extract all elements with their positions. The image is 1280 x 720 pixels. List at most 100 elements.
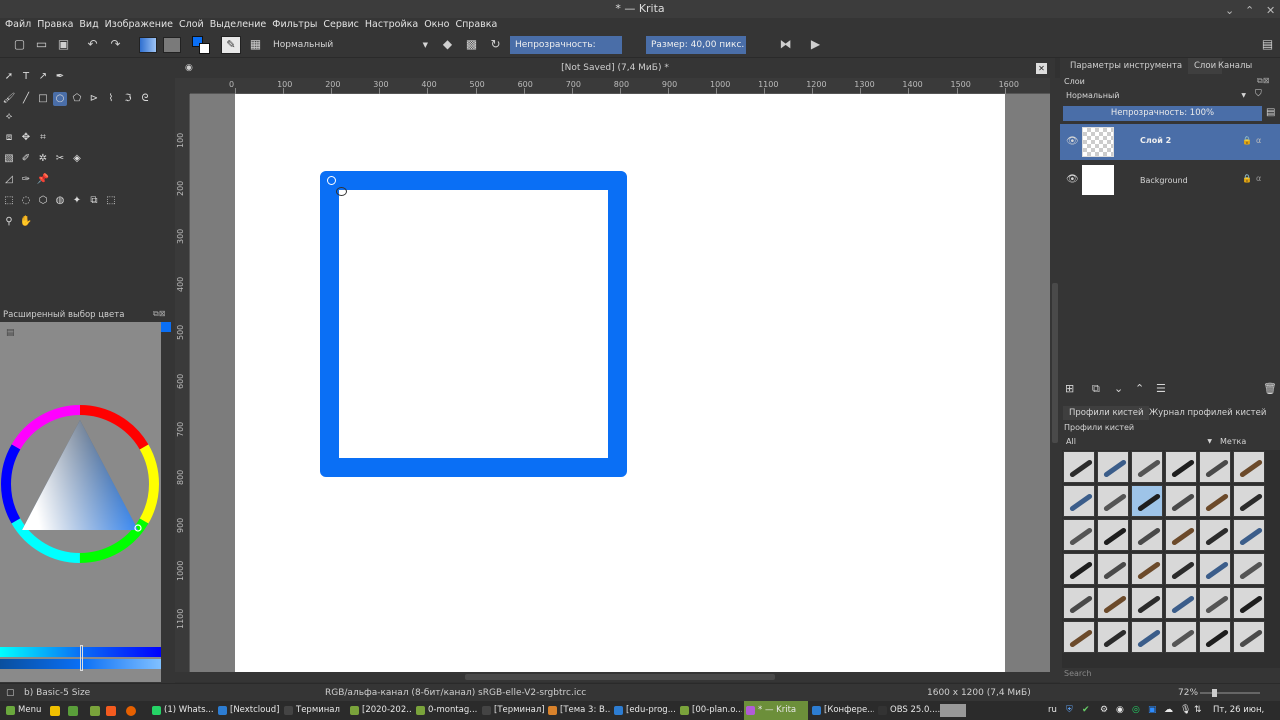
smart-patch-icon[interactable]: ✲: [36, 152, 50, 166]
layer-opacity-slider[interactable]: Непрозрачность: 100%: [1063, 106, 1262, 121]
mirror-horizontal-icon[interactable]: ⧓: [778, 37, 793, 52]
microphone-icon[interactable]: 🎙: [1180, 701, 1191, 720]
brush-preset-thumbnail[interactable]: [1233, 519, 1265, 551]
alpha-lock-icon[interactable]: α: [1256, 174, 1261, 183]
brush-preset-thumbnail[interactable]: [1199, 519, 1231, 551]
brush-preset-thumbnail[interactable]: [1131, 553, 1163, 585]
brush-preset-thumbnail[interactable]: [1233, 621, 1265, 653]
eye-icon[interactable]: 👁: [1066, 174, 1079, 185]
add-layer-icon[interactable]: ⊞: [1065, 382, 1074, 395]
task-item[interactable]: Терминал: [282, 701, 346, 720]
brush-preset-thumbnail[interactable]: [1199, 451, 1231, 483]
vertical-scroll-thumb[interactable]: [1052, 283, 1058, 443]
brush-preset-thumbnail[interactable]: [1063, 451, 1095, 483]
task-item[interactable]: [2020-202...: [348, 701, 412, 720]
zoom-slider-handle[interactable]: [1212, 689, 1217, 697]
task-item[interactable]: (1) Whats...: [150, 701, 214, 720]
polygon-tool-icon[interactable]: ⬠: [70, 92, 84, 106]
brush-preset-thumbnail[interactable]: [1233, 485, 1265, 517]
blend-mode-select[interactable]: Нормальный ▼: [268, 36, 432, 54]
menu-file[interactable]: Файл: [2, 18, 34, 32]
ellipse-tool-icon[interactable]: ○: [53, 92, 67, 106]
move-down-icon[interactable]: ⌄: [1114, 382, 1123, 395]
menu-settings[interactable]: Настройка: [362, 18, 421, 32]
clock[interactable]: Пт, 26 июн, 13:08: [1213, 701, 1280, 720]
fg-bg-color-selector[interactable]: [192, 36, 210, 54]
polygon-select-icon[interactable]: ⬡: [36, 194, 50, 208]
update-icon[interactable]: ✔: [1082, 701, 1090, 720]
duplicate-layer-icon[interactable]: ⧉: [1092, 382, 1100, 396]
brush-preset-thumbnail[interactable]: [1199, 587, 1231, 619]
workspace-switcher[interactable]: [940, 704, 966, 717]
layer-properties-icon[interactable]: ▤: [1266, 107, 1275, 118]
rectangle-tool-icon[interactable]: □: [36, 92, 50, 106]
tab-brush-history[interactable]: Журнал профилей кистей: [1149, 408, 1266, 418]
layer-blend-select[interactable]: Нормальный ▼: [1063, 89, 1249, 102]
zoom-tray-icon[interactable]: ▣: [1148, 701, 1157, 720]
multibrush-icon[interactable]: ⟡: [2, 110, 16, 124]
obs-tray-icon[interactable]: ◉: [1116, 701, 1124, 720]
freehand-select-icon[interactable]: ◍: [53, 194, 67, 208]
layer-row-selected[interactable]: 👁 Слой 2 🔒 α: [1060, 124, 1280, 160]
brush-preset-thumbnail[interactable]: [1199, 485, 1231, 517]
polyline-tool-icon[interactable]: ⊳: [87, 92, 101, 106]
tab-brush-presets[interactable]: Профили кистей: [1063, 406, 1150, 420]
layer-name[interactable]: Слой 2: [1140, 136, 1171, 145]
move-tool-icon[interactable]: ✥: [19, 131, 33, 145]
similar-select-icon[interactable]: ⧉: [87, 194, 101, 208]
move-up-icon[interactable]: ⌃: [1135, 382, 1144, 395]
calligraphy-icon[interactable]: ✒: [53, 70, 67, 84]
menu-tools[interactable]: Сервис: [320, 18, 362, 32]
task-item[interactable]: [Nextcloud]: [216, 701, 280, 720]
brush-preset-thumbnail[interactable]: [1233, 587, 1265, 619]
preserve-alpha-icon[interactable]: ▩: [464, 37, 479, 52]
brush-preset-thumbnail[interactable]: [1063, 621, 1095, 653]
horizontal-scroll-thumb[interactable]: [465, 674, 775, 680]
brush-search-input[interactable]: Search: [1064, 669, 1091, 678]
mirror-vertical-icon[interactable]: ▶: [808, 37, 823, 52]
delete-layer-icon[interactable]: 🗑: [1263, 382, 1277, 395]
canvas-viewport[interactable]: [190, 94, 1050, 672]
close-document-icon[interactable]: ✕: [1036, 63, 1047, 74]
dock-float-icon[interactable]: ⧉⊠: [153, 309, 165, 319]
new-document-icon[interactable]: ▢: [12, 37, 27, 52]
colorize-mask-icon[interactable]: ✂: [53, 152, 67, 166]
open-document-icon[interactable]: ▭: [34, 37, 49, 52]
brush-preset-thumbnail[interactable]: [1165, 621, 1197, 653]
menu-select[interactable]: Выделение: [207, 18, 270, 32]
save-icon[interactable]: ▣: [56, 37, 71, 52]
brush-preset-thumbnail[interactable]: [1131, 485, 1163, 517]
brush-preset-thumbnail[interactable]: [1131, 451, 1163, 483]
brush-preset-thumbnail[interactable]: [1063, 553, 1095, 585]
whatsapp-tray-icon[interactable]: ◎: [1132, 701, 1140, 720]
brush-preset-thumbnail[interactable]: [1233, 451, 1265, 483]
network-icon[interactable]: ⇅: [1194, 701, 1202, 720]
tag-button[interactable]: Метка: [1220, 437, 1246, 446]
brush-preset-thumbnail[interactable]: [1131, 587, 1163, 619]
firefox-launcher-icon[interactable]: [126, 706, 136, 716]
edit-shapes-icon[interactable]: ↗: [36, 70, 50, 84]
brush-preset-thumbnail[interactable]: [1097, 621, 1129, 653]
brush-preset-thumbnail[interactable]: [1165, 587, 1197, 619]
brush-preset-thumbnail[interactable]: [1097, 519, 1129, 551]
dynamic-brush-icon[interactable]: ᘓ: [138, 92, 152, 106]
launcher-icon[interactable]: [50, 706, 60, 716]
pan-tool-icon[interactable]: ✋: [19, 215, 33, 229]
layer-lock-icon[interactable]: 🔒: [1242, 136, 1252, 145]
eye-icon[interactable]: 👁: [1066, 136, 1079, 147]
pattern-swatch[interactable]: [163, 37, 181, 53]
measure-tool-icon[interactable]: ◿: [2, 173, 16, 187]
workspace-icon[interactable]: ▤: [1260, 37, 1275, 52]
text-tool-icon[interactable]: T: [19, 70, 33, 84]
task-item[interactable]: [00-plan.o...: [678, 701, 742, 720]
rect-select-icon[interactable]: ⬚: [2, 194, 16, 208]
dock-float-icon[interactable]: ⧉⊠: [1257, 76, 1269, 86]
menu-help[interactable]: Справка: [452, 18, 500, 32]
menu-view[interactable]: Вид: [76, 18, 101, 32]
launcher-icon[interactable]: [68, 706, 78, 716]
eraser-icon[interactable]: ◆: [440, 37, 455, 52]
task-item[interactable]: [Терминал]: [480, 701, 544, 720]
tab-tool-options[interactable]: Параметры инструмента: [1064, 58, 1188, 74]
task-item-active[interactable]: * — Krita: [744, 701, 808, 720]
background-color[interactable]: [199, 43, 210, 54]
